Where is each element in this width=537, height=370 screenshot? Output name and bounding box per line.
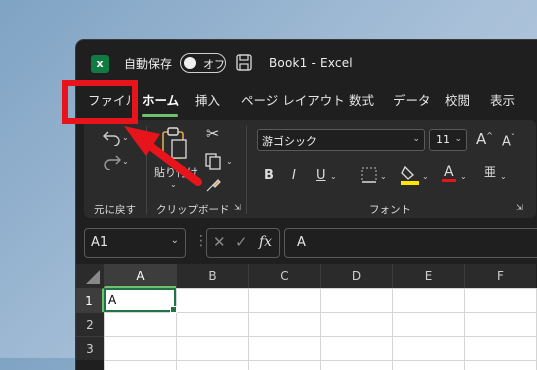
annotation-arrow-icon <box>124 126 202 186</box>
